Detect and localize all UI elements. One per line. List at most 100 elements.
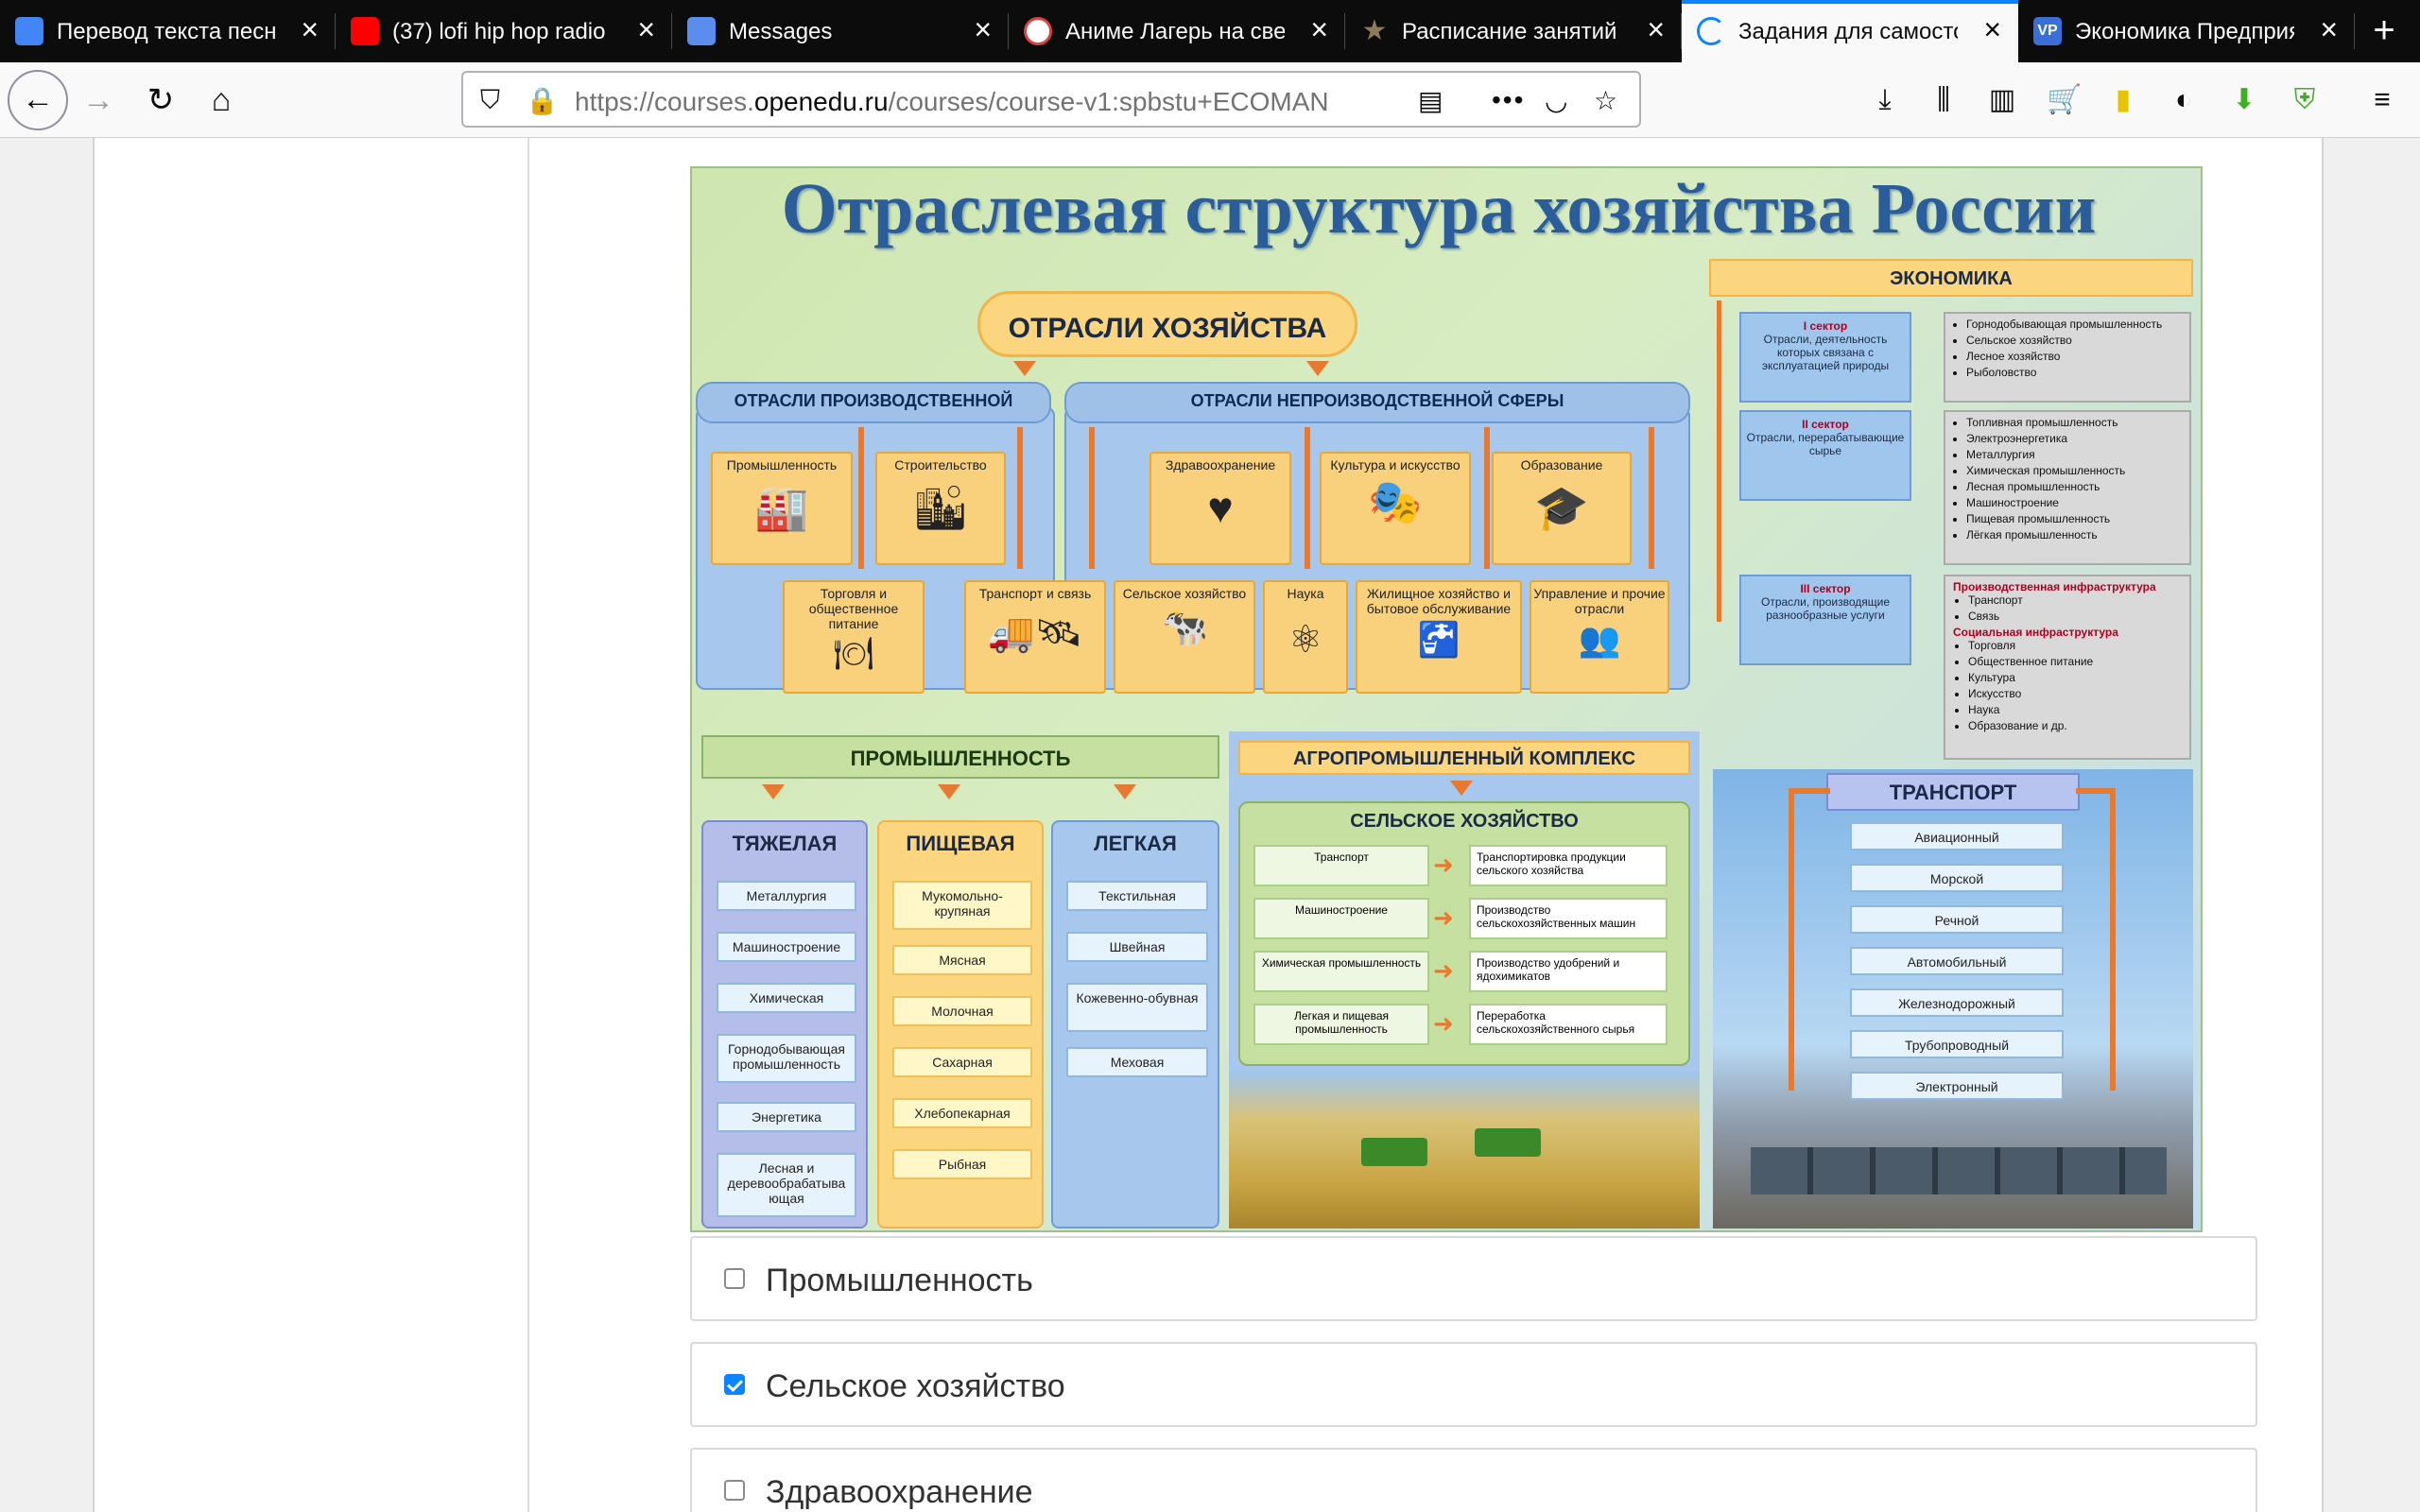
- arrow-icon: [1306, 361, 1329, 376]
- download-helper-icon[interactable]: ⬇: [2225, 81, 2263, 119]
- answer-option-industry[interactable]: Промышленность: [690, 1236, 2257, 1321]
- downloads-icon[interactable]: ⤓: [1866, 81, 1904, 119]
- transport-item: Электронный: [1850, 1072, 2064, 1100]
- arrow-icon: [1717, 301, 1721, 622]
- vpn-icon[interactable]: ◐: [2165, 81, 2203, 119]
- infographic-title: Отраслевая структура хозяйства России: [781, 169, 2097, 249]
- arrow-right-icon: ➜: [1433, 956, 1454, 985]
- tab-messages[interactable]: Messages ×: [672, 0, 1009, 62]
- dining-icon: 🍽: [833, 636, 874, 672]
- industry-title: ПРОМЫШЛЕННОСТЬ: [701, 735, 1219, 779]
- url-bar[interactable]: ⛉ 🔒 https://courses.openedu.ru/courses/c…: [461, 71, 1641, 128]
- docs-icon: [15, 17, 43, 45]
- close-icon[interactable]: ×: [637, 13, 655, 45]
- sidebar-divider: [527, 138, 529, 1512]
- graduate-icon: 🎓: [1534, 483, 1589, 532]
- checkbox-agriculture[interactable]: [724, 1374, 745, 1395]
- atom-icon: ⚛: [1288, 619, 1322, 661]
- tab-economics[interactable]: VP Экономика Предприя ×: [2018, 0, 2355, 62]
- productive-sphere-label: ОТРАСЛИ ПРОИЗВОДСТВЕННОЙ: [696, 382, 1051, 423]
- faucet-icon: 🚰: [1417, 620, 1461, 659]
- branch-housing: Жилищное хозяйство и бытовое обслуживани…: [1356, 580, 1522, 694]
- economy-structure-infographic: Отраслевая структура хозяйства России ОТ…: [690, 166, 2203, 1232]
- tab-title: Экономика Предприя: [2075, 19, 2294, 44]
- reader-view-icon[interactable]: ▤: [1418, 85, 1443, 116]
- branch-culture: Культура и искусство 🎭: [1320, 452, 1471, 565]
- sector-2-list: Топливная промышленность Электроэнергети…: [1944, 410, 2191, 565]
- bracket-top-left: [1789, 788, 1830, 794]
- close-icon[interactable]: ×: [1983, 13, 2001, 45]
- branch-education: Образование 🎓: [1492, 452, 1632, 565]
- combine-harvester-icon: [1475, 1128, 1541, 1157]
- answer-label[interactable]: Здравоохранение: [766, 1474, 1033, 1511]
- url-text[interactable]: https://courses.openedu.ru/courses/cours…: [575, 87, 1350, 117]
- people-icon: 👥: [1578, 620, 1621, 659]
- forward-button[interactable]: →: [70, 72, 127, 129]
- arrow-right-icon: ➜: [1433, 1009, 1454, 1038]
- sidebar-icon[interactable]: ▥: [1983, 81, 2021, 119]
- tab-title: Расписание занятий: [1402, 19, 1617, 44]
- agro-row: Машиностроение ➜ Производство сельскохозяй…: [1253, 898, 1698, 939]
- tab-lofi[interactable]: (37) lofi hip hop radio ×: [336, 0, 672, 62]
- tab-anime[interactable]: Аниме Лагерь на свеж ×: [1009, 0, 1345, 62]
- answer-label[interactable]: Промышленность: [766, 1263, 1033, 1299]
- close-icon[interactable]: ×: [301, 13, 319, 45]
- cart-icon[interactable]: 🛒: [2046, 81, 2083, 119]
- home-button[interactable]: ⌂: [193, 72, 250, 129]
- shield-extension-icon[interactable]: ⛨: [2286, 81, 2324, 119]
- arrow-icon: [1089, 427, 1095, 569]
- answer-option-healthcare[interactable]: Здравоохранение: [690, 1448, 2257, 1512]
- agro-row: Транспорт ➜ Транспортировка продукции сель…: [1253, 845, 1698, 886]
- answer-option-agriculture[interactable]: Сельское хозяйство: [690, 1342, 2257, 1427]
- arrow-icon: [1305, 427, 1310, 569]
- branch-science: Наука ⚛: [1263, 580, 1348, 694]
- tab-schedule[interactable]: ★ Расписание занятий ×: [1345, 0, 1682, 62]
- food-industry-column: ПИЩЕВАЯ Мукомольно-крупяная Мясная Молоч…: [877, 820, 1044, 1228]
- sector-1-list: Горнодобывающая промышленность Сельское …: [1944, 312, 2191, 403]
- buildings-icon: 🏙: [912, 483, 969, 532]
- arrow-icon: [858, 427, 864, 569]
- vp-icon: VP: [2033, 17, 2062, 45]
- tab-title: Messages: [729, 19, 833, 44]
- light-industry-column: ЛЕГКАЯ Текстильная Швейная Кожевенно-обу…: [1051, 820, 1219, 1228]
- transport-title: ТРАНСПОРТ: [1826, 773, 2080, 811]
- close-icon[interactable]: ×: [2320, 13, 2338, 45]
- arrow-icon: [1017, 427, 1023, 569]
- sector-3-list: Производственная инфраструктура Транспор…: [1944, 575, 2191, 760]
- branch-healthcare: Здравоохранение ♥: [1150, 452, 1291, 565]
- more-actions-icon[interactable]: •••: [1492, 85, 1525, 115]
- tab-tasks-active[interactable]: Задания для самосто ×: [1682, 0, 2018, 62]
- lock-icon[interactable]: 🔒: [526, 85, 559, 116]
- tab-title: (37) lofi hip hop radio: [392, 19, 606, 44]
- new-tab-button[interactable]: +: [2360, 8, 2409, 57]
- tab-translation[interactable]: Перевод текста песни ×: [0, 0, 336, 62]
- main-node: ОТРАСЛИ ХОЗЯЙСТВА: [977, 291, 1357, 357]
- menu-icon[interactable]: ≡: [2363, 81, 2401, 119]
- combine-harvester-icon: [1361, 1138, 1427, 1166]
- checkbox-industry[interactable]: [724, 1268, 745, 1289]
- close-icon[interactable]: ×: [1310, 13, 1328, 45]
- arrow-right-icon: ➜: [1433, 903, 1454, 932]
- theater-masks-icon: 🎭: [1368, 477, 1423, 526]
- answer-label[interactable]: Сельское хозяйство: [766, 1368, 1065, 1405]
- close-icon[interactable]: ×: [974, 13, 992, 45]
- library-icon[interactable]: ⫼: [1925, 81, 1962, 119]
- sector-1: I сектор Отрасли, деятельность которых св…: [1739, 312, 1911, 403]
- branch-trade: Торговля и общественное питание 🍽: [783, 580, 925, 694]
- back-button[interactable]: ←: [8, 70, 68, 130]
- messages-icon: [687, 17, 716, 45]
- checkbox-healthcare[interactable]: [724, 1480, 745, 1501]
- arrow-icon: [762, 784, 785, 799]
- bookmark-flag-icon[interactable]: ▮: [2104, 81, 2142, 119]
- sector-2: II сектор Отрасли, перерабатывающие сырье: [1739, 410, 1911, 501]
- heavy-industry-column: ТЯЖЕЛАЯ Металлургия Машиностроение Химич…: [701, 820, 868, 1228]
- shield-icon[interactable]: ⛉: [480, 85, 500, 116]
- reload-button[interactable]: ↻: [132, 72, 189, 129]
- bookmark-star-icon[interactable]: ☆: [1594, 85, 1617, 116]
- transport-item: Автомобильный: [1850, 947, 2064, 975]
- close-icon[interactable]: ×: [1647, 13, 1665, 45]
- branch-industry: Промышленность 🏭: [711, 452, 853, 565]
- tab-title: Задания для самосто: [1738, 19, 1958, 44]
- arrow-icon: [938, 784, 960, 799]
- pocket-icon[interactable]: ◡: [1545, 85, 1567, 116]
